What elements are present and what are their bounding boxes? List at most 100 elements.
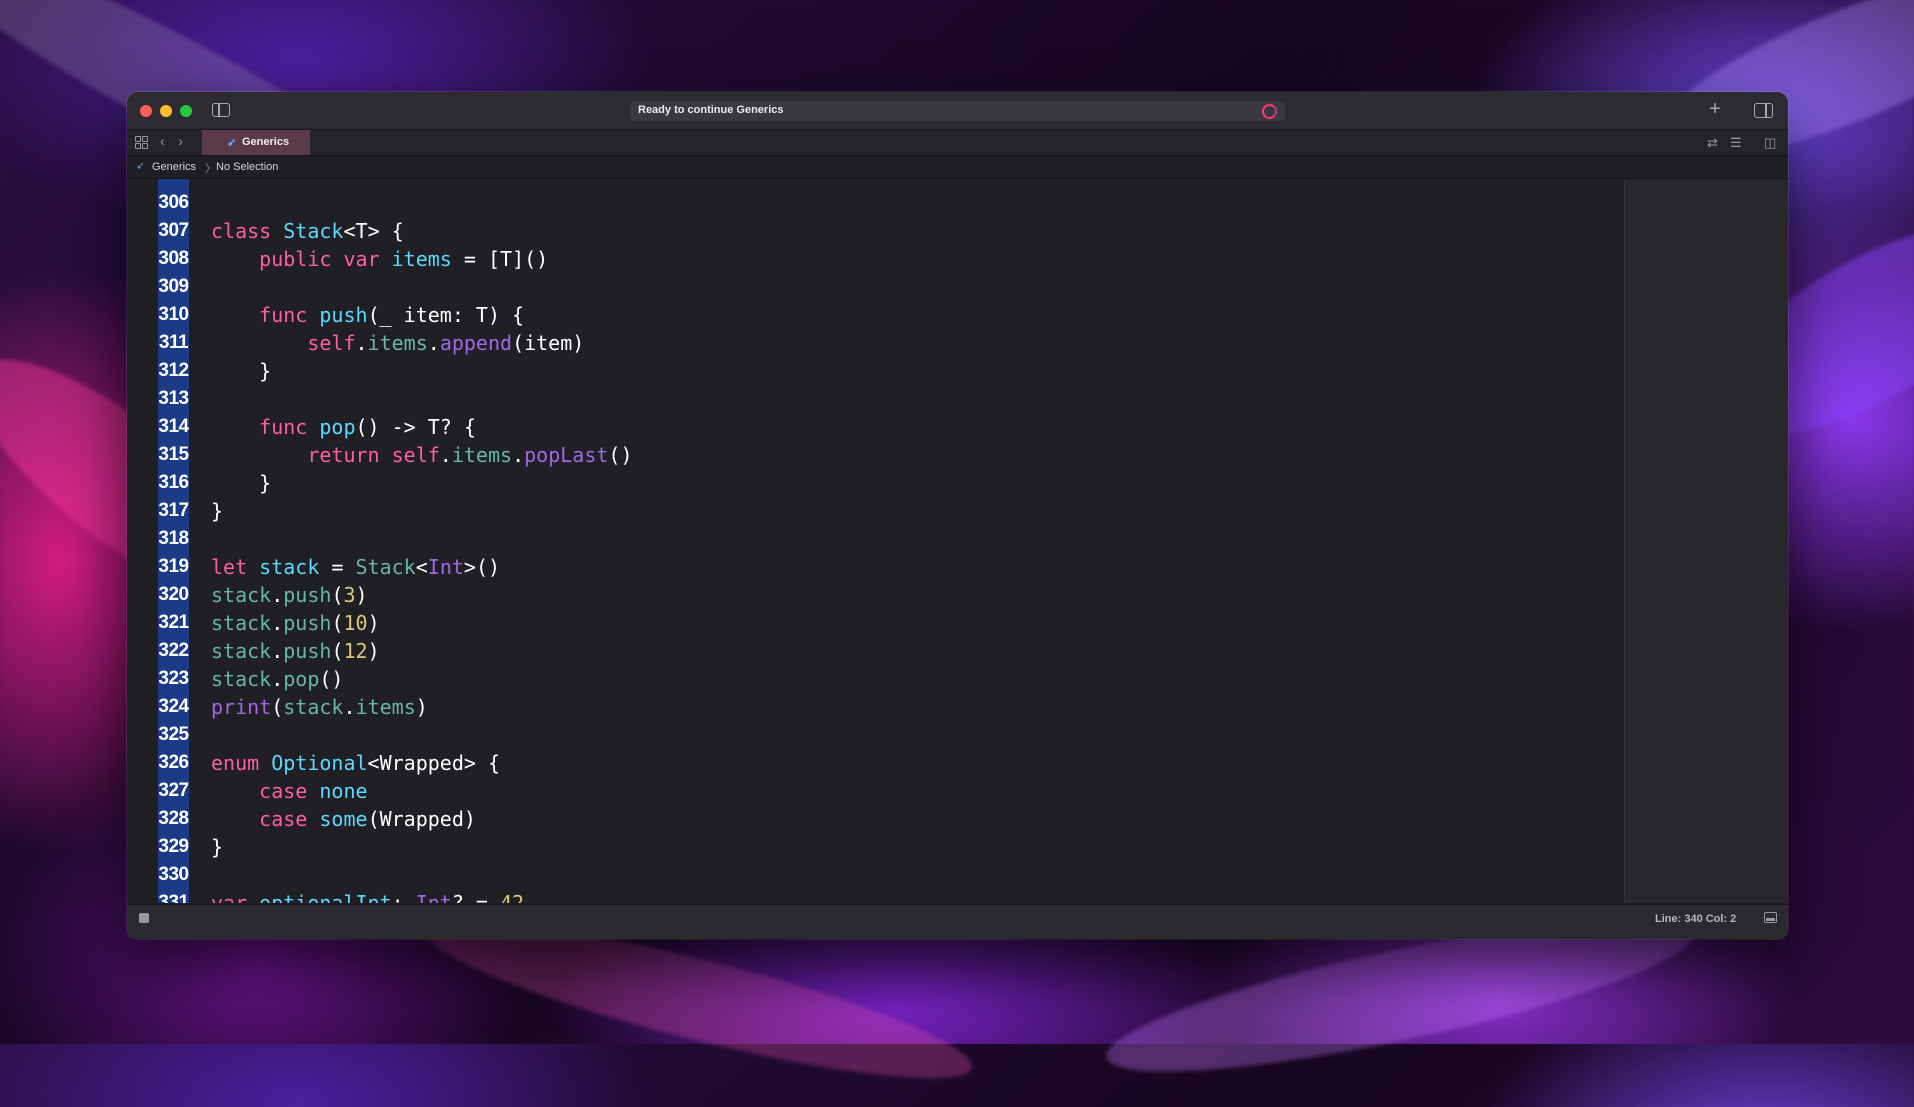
minimap[interactable]	[1624, 179, 1788, 903]
add-editor-icon[interactable]: ◫	[1764, 135, 1776, 151]
code-token: }	[211, 499, 224, 523]
code-token: (_ item: T) {	[367, 303, 525, 327]
line-number: 331	[158, 892, 189, 903]
code-token: push	[283, 611, 332, 635]
editor-options-icon[interactable]: ☰	[1730, 135, 1742, 151]
swift-icon: ➶	[227, 137, 237, 149]
code-line[interactable]: 321 stack.push(10)	[127, 609, 1624, 637]
line-number: 311	[158, 332, 189, 353]
code-line[interactable]: 317}	[127, 497, 1624, 525]
code-token: popLast	[524, 443, 609, 467]
code-line[interactable]: 318	[127, 525, 1624, 553]
code-token: Stack	[283, 219, 344, 243]
code-text: public var items = [T]()	[211, 245, 548, 273]
code-line[interactable]: 311 self.items.append(item)	[127, 329, 1624, 357]
code-line[interactable]: 327 case none	[127, 777, 1624, 805]
tab-generics[interactable]: ➶ Generics	[202, 130, 310, 155]
code-line[interactable]: 313	[127, 385, 1624, 413]
console-toggle-icon[interactable]	[1764, 912, 1777, 923]
close-window-button[interactable]	[140, 105, 152, 117]
code-token: }	[211, 835, 224, 859]
code-line[interactable]: 324 print(stack.items)	[127, 693, 1624, 721]
code-token: ? =	[451, 891, 501, 903]
code-line[interactable]: 319 let stack = Stack<Int>()	[127, 553, 1624, 581]
code-text: print(stack.items)	[211, 693, 428, 721]
code-text: stack.push(3)	[211, 581, 368, 609]
code-text: }	[211, 357, 271, 385]
forward-chevron-icon[interactable]: ›	[178, 133, 183, 150]
code-token: () -> T? {	[355, 415, 476, 439]
code-text: case none	[211, 777, 367, 805]
line-number: 307	[158, 220, 189, 241]
code-line[interactable]: 315 return self.items.popLast()	[127, 441, 1624, 469]
code-token: pop	[283, 667, 320, 691]
breadcrumb-project[interactable]: Generics	[152, 161, 196, 173]
code-line[interactable]: 309	[127, 273, 1624, 301]
code-token: >()	[463, 555, 501, 579]
code-token: =	[319, 555, 356, 579]
code-token: 42	[500, 891, 525, 903]
code-text: }	[211, 833, 223, 861]
code-line[interactable]: 310 func push(_ item: T) {	[127, 301, 1624, 329]
code-line[interactable]: 325	[127, 721, 1624, 749]
code-token: push	[283, 583, 332, 607]
back-chevron-icon[interactable]: ‹	[160, 133, 165, 150]
title-bar: Ready to continue Generics +	[127, 92, 1788, 130]
code-token: func	[259, 415, 308, 439]
code-token: }	[211, 359, 272, 383]
code-token: stack	[211, 583, 272, 607]
code-line[interactable]: 316 }	[127, 469, 1624, 497]
code-line[interactable]: 314 func pop() -> T? {	[127, 413, 1624, 441]
code-token: (item)	[512, 331, 585, 355]
code-line[interactable]: 328 case some(Wrapped)	[127, 805, 1624, 833]
swap-arrows-icon[interactable]: ⇄	[1707, 135, 1718, 151]
plus-icon[interactable]: +	[1705, 99, 1725, 119]
line-number: 317	[158, 500, 189, 521]
line-number: 320	[158, 584, 189, 605]
code-token: push	[319, 303, 368, 327]
code-text: var optionalInt: Int? = 42	[211, 889, 524, 903]
related-items-grid-icon[interactable]	[135, 136, 148, 149]
code-line[interactable]: 331 var optionalInt: Int? = 42	[127, 889, 1624, 903]
code-line[interactable]: 312 }	[127, 357, 1624, 385]
code-line[interactable]: 330	[127, 861, 1624, 889]
code-line[interactable]: 323 stack.pop()	[127, 665, 1624, 693]
code-line[interactable]: 326 enum Optional<Wrapped> {	[127, 749, 1624, 777]
line-number: 323	[158, 668, 189, 689]
code-token: ()	[608, 443, 633, 467]
code-token: items	[451, 443, 513, 467]
code-token: items	[355, 695, 416, 719]
code-editor[interactable]: 306 307 class Stack<T> {308 public var ite…	[127, 179, 1624, 903]
code-line[interactable]: 308 public var items = [T]()	[127, 245, 1624, 273]
code-line[interactable]: 329}	[127, 833, 1624, 861]
code-token: (	[331, 611, 344, 635]
code-token: append	[439, 331, 513, 355]
line-number: 316	[158, 472, 189, 493]
code-line[interactable]: 320 stack.push(3)	[127, 581, 1624, 609]
activity-status-text: Ready to continue Generics	[638, 104, 784, 116]
stop-icon[interactable]	[139, 913, 149, 923]
breadcrumb-selection[interactable]: No Selection	[216, 161, 278, 173]
code-line[interactable]: 322 stack.push(12)	[127, 637, 1624, 665]
code-token: }	[211, 471, 272, 495]
code-token: var	[211, 891, 248, 903]
code-token: (	[271, 695, 284, 719]
minimize-window-button[interactable]	[160, 105, 172, 117]
code-token: .	[271, 583, 284, 607]
line-number: 314	[158, 416, 189, 437]
line-number: 329	[158, 836, 189, 857]
code-line[interactable]: 306	[127, 189, 1624, 217]
sidebar-right-icon[interactable]	[1754, 103, 1773, 118]
code-line[interactable]: 307 class Stack<T> {	[127, 217, 1624, 245]
sidebar-left-icon[interactable]	[212, 103, 230, 117]
code-token: (Wrapped)	[367, 807, 476, 831]
code-token: (	[331, 583, 344, 607]
zoom-window-button[interactable]	[180, 105, 192, 117]
activity-status-field[interactable]: Ready to continue Generics	[630, 101, 1285, 121]
code-token: .	[271, 667, 284, 691]
